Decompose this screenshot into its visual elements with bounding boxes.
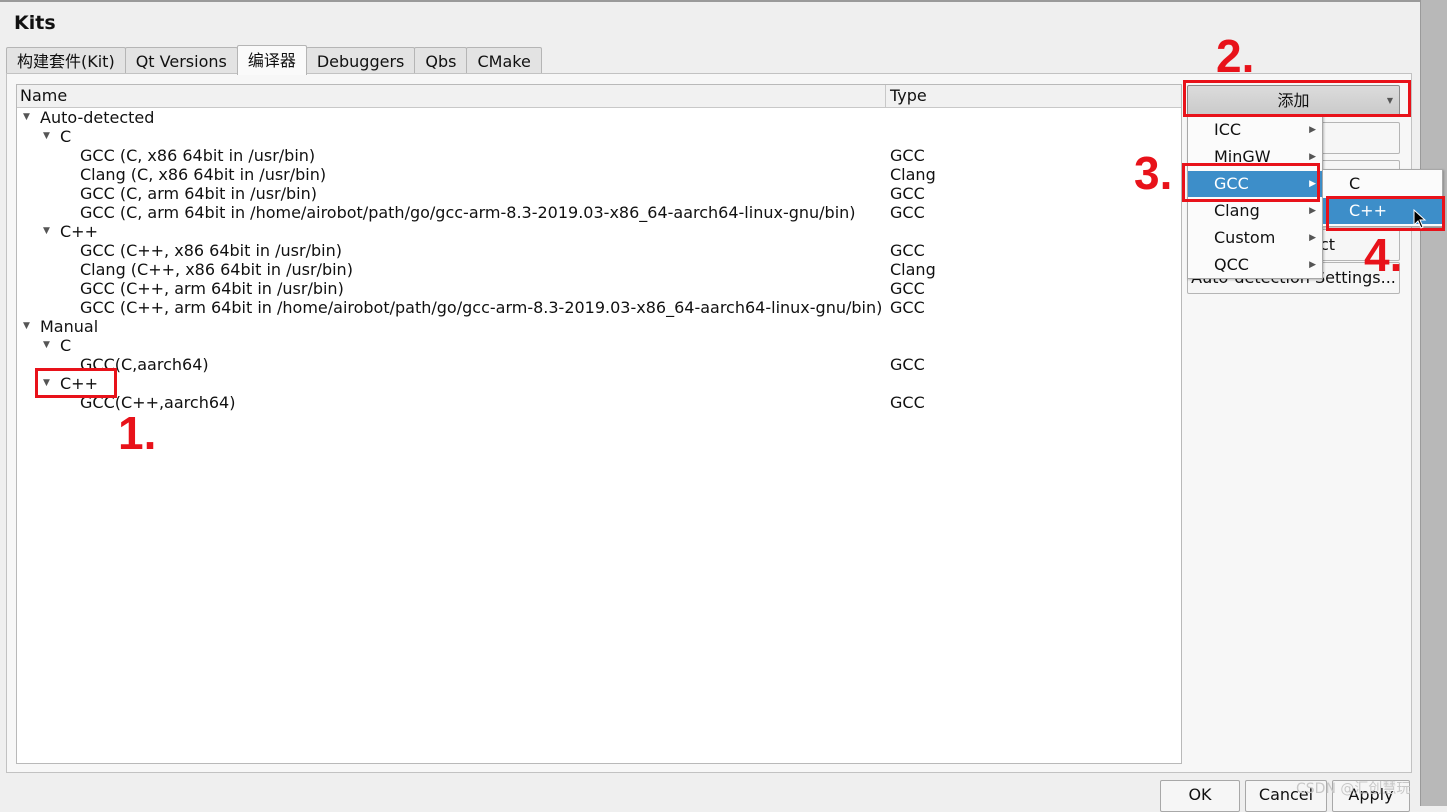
annotation-step1: 1.	[118, 407, 157, 459]
expand-arrow-icon[interactable]: ▼	[43, 127, 50, 146]
compiler-tree[interactable]: Name Type ▼ Auto-detected ▼ C GCC (C, x8…	[16, 84, 1182, 764]
expand-arrow-icon[interactable]: ▼	[43, 336, 50, 355]
tab-debuggers[interactable]: Debuggers	[305, 47, 416, 75]
mouse-cursor-icon	[1413, 209, 1427, 229]
tree-row[interactable]: Clang (C++, x86 64bit in /usr/bin) Clang	[17, 260, 1181, 279]
annotation-step2: 2.	[1216, 30, 1255, 82]
tab-qbs[interactable]: Qbs	[414, 47, 468, 75]
column-separator	[885, 85, 886, 107]
tree-row-manual-c[interactable]: ▼ C	[17, 336, 1181, 355]
tree-row[interactable]: GCC (C, x86 64bit in /usr/bin) GCC	[17, 146, 1181, 165]
submenu-arrow-icon: ▶	[1309, 260, 1316, 270]
tree-row[interactable]: GCC(C++,aarch64) GCC	[17, 393, 1181, 412]
tree-row[interactable]: GCC (C, arm 64bit in /home/airobot/path/…	[17, 203, 1181, 222]
tree-row[interactable]: GCC (C++, arm 64bit in /usr/bin) GCC	[17, 279, 1181, 298]
window-right-border	[1420, 0, 1447, 806]
tree-row-auto-cpp[interactable]: ▼ C++	[17, 222, 1181, 241]
tree-row[interactable]: GCC (C++, arm 64bit in /home/airobot/pat…	[17, 298, 1181, 317]
tree-row-manual[interactable]: ▼ Manual	[17, 317, 1181, 336]
tree-row-manual-cpp[interactable]: ▼ C++	[17, 374, 1181, 393]
tree-row[interactable]: GCC(C,aarch64) GCC	[17, 355, 1181, 374]
tree-header: Name Type	[17, 85, 1181, 108]
window-title: Kits	[14, 12, 56, 34]
tree-row-auto-c[interactable]: ▼ C	[17, 127, 1181, 146]
tree-row-auto-detected[interactable]: ▼ Auto-detected	[17, 108, 1181, 127]
submenu-arrow-icon: ▶	[1309, 125, 1316, 135]
tab-compilers[interactable]: 编译器	[236, 45, 307, 75]
tab-qt-versions[interactable]: Qt Versions	[124, 47, 238, 75]
submenu-arrow-icon: ▶	[1309, 233, 1316, 243]
tree-row[interactable]: GCC (C, arm 64bit in /usr/bin) GCC	[17, 184, 1181, 203]
tree-row[interactable]: Clang (C, x86 64bit in /usr/bin) Clang	[17, 165, 1181, 184]
menu-item-qcc[interactable]: QCC ▶	[1188, 252, 1322, 278]
highlight-box-step2	[1183, 80, 1411, 117]
watermark: CSDN @汇创慧玩	[1296, 781, 1411, 797]
tab-bar: 构建套件(Kit) Qt Versions 编译器 Debuggers Qbs …	[6, 45, 542, 75]
annotation-step3: 3.	[1134, 147, 1173, 199]
expand-arrow-icon[interactable]: ▼	[23, 108, 30, 127]
ok-button[interactable]: OK	[1160, 780, 1240, 812]
highlight-box-step1	[35, 368, 117, 398]
tab-kits[interactable]: 构建套件(Kit)	[6, 47, 126, 75]
submenu-item-c[interactable]: C	[1323, 171, 1442, 197]
expand-arrow-icon[interactable]: ▼	[43, 222, 50, 241]
highlight-box-step4	[1326, 196, 1445, 231]
column-header-type[interactable]: Type	[890, 86, 927, 105]
column-header-name[interactable]: Name	[20, 86, 67, 105]
highlight-box-step3	[1182, 163, 1320, 202]
expand-arrow-icon[interactable]: ▼	[23, 317, 30, 336]
tree-row[interactable]: GCC (C++, x86 64bit in /usr/bin) GCC	[17, 241, 1181, 260]
menu-item-icc[interactable]: ICC ▶	[1188, 117, 1322, 143]
tab-cmake[interactable]: CMake	[466, 47, 542, 75]
window-top-border	[0, 0, 1421, 2]
menu-item-custom[interactable]: Custom ▶	[1188, 225, 1322, 251]
annotation-step4: 4.	[1364, 229, 1403, 281]
